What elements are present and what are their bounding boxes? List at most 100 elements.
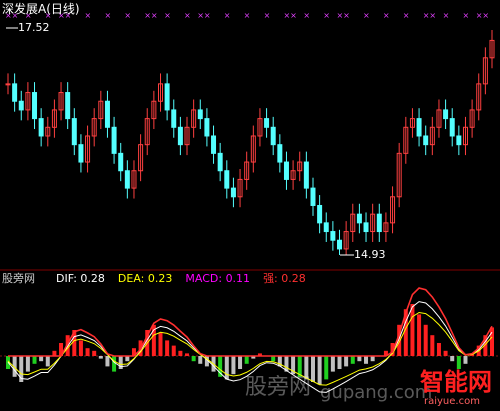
signal-mark: ×	[462, 11, 469, 20]
hist-bar	[165, 340, 170, 356]
candle-body	[323, 222, 329, 233]
candle-body	[230, 187, 236, 198]
strong-label: 强:	[263, 272, 278, 285]
chart-title: 深发展A(日线)	[2, 2, 80, 16]
dea-value: 0.23	[147, 272, 173, 285]
hist-bar	[436, 343, 441, 356]
hist-bar	[32, 356, 37, 364]
hist-bar	[231, 356, 236, 375]
signal-mark: ×	[184, 11, 191, 20]
signal-mark: ×	[104, 11, 111, 20]
candle-body	[104, 100, 110, 128]
candle-body	[18, 100, 24, 111]
hist-bar	[238, 356, 243, 369]
hist-bar	[450, 356, 455, 362]
signal-mark: ×	[323, 11, 330, 20]
signal-mark: ×	[164, 11, 171, 20]
hist-bar	[430, 335, 435, 356]
candle-body	[310, 187, 316, 206]
candle-body	[423, 135, 429, 146]
stock-chart[interactable]: × × × × × × × × × × × × × × × × × × × × × × × × × × × × × × × × ×	[0, 0, 500, 411]
signal-mark: ×	[403, 11, 410, 20]
strong-value: 0.28	[281, 272, 306, 285]
hist-bar	[490, 327, 494, 356]
stock-name: 深发展A	[2, 2, 47, 16]
candle-body	[270, 126, 276, 146]
candle-body	[416, 118, 422, 137]
hist-bar	[45, 356, 50, 367]
hist-bar	[158, 332, 163, 356]
candle-body	[124, 170, 130, 189]
hist-bar	[463, 356, 468, 364]
signal-mark: ×	[151, 11, 158, 20]
hist-bar	[224, 356, 229, 380]
hist-bar	[185, 353, 190, 356]
candle-body	[264, 118, 270, 128]
hist-bar	[198, 356, 203, 364]
hist-bar	[364, 356, 369, 364]
hist-bar	[423, 324, 428, 356]
candle-body	[283, 161, 289, 180]
hist-bar	[417, 314, 422, 356]
hist-bar	[330, 356, 335, 372]
signal-mark: ×	[363, 11, 370, 20]
signal-mark: ×	[85, 11, 92, 20]
signal-mark: ×	[303, 11, 310, 20]
hist-bar	[178, 350, 183, 356]
indicator-name: 股旁网	[2, 272, 35, 285]
candle-body	[443, 109, 449, 120]
hist-bar	[105, 356, 110, 367]
watermark-url: gupang.com	[320, 382, 433, 403]
high-price-label: 17.52	[18, 21, 50, 34]
signal-mark: ×	[244, 11, 251, 20]
signal-mark: ×	[124, 11, 131, 20]
candle-body	[197, 109, 203, 120]
candle-body	[12, 83, 18, 102]
candle-body	[456, 135, 462, 146]
hist-bar	[410, 304, 415, 356]
dea-label: DEA:	[117, 272, 145, 285]
candle-body	[356, 213, 362, 224]
hist-bar	[78, 340, 83, 356]
dif-value: 0.28	[80, 272, 105, 285]
hist-bar	[324, 356, 329, 380]
watermark-sub-url: raiyue.com	[424, 396, 480, 407]
candle-body	[118, 152, 124, 172]
candlestick-series	[5, 30, 495, 255]
macd-value: 0.11	[225, 272, 251, 285]
candle-body	[171, 109, 177, 128]
hist-bar	[350, 356, 355, 364]
candle-body	[177, 126, 183, 146]
candle-body	[363, 222, 369, 233]
hist-bar	[310, 356, 315, 382]
hist-bar	[337, 356, 342, 369]
candle-body	[217, 152, 223, 172]
candle-body	[330, 231, 336, 241]
signal-mark: ×	[224, 11, 231, 20]
candle-body	[277, 144, 283, 163]
hist-bar	[317, 356, 322, 385]
signal-mark: ×	[429, 11, 436, 20]
candle-body	[211, 135, 217, 154]
candle-body	[78, 144, 84, 163]
candle-body	[303, 161, 309, 189]
signal-mark: ×	[443, 11, 450, 20]
candle-body	[204, 118, 210, 137]
candle-body	[111, 126, 117, 154]
candle-body	[376, 213, 382, 233]
hist-bar	[171, 345, 176, 356]
candle-body	[317, 204, 323, 224]
watermark-right: 智能网	[420, 368, 492, 396]
low-price-label: 14.93	[354, 248, 386, 261]
candle-body	[224, 170, 230, 189]
dif-label: DIF:	[56, 272, 77, 285]
indicator-header: 股旁网 DIF: 0.28 DEA: 0.23 MACD: 0.11 强: 0.…	[2, 272, 306, 286]
hist-bar	[85, 348, 90, 356]
signal-mark: ×	[383, 11, 390, 20]
candle-body	[38, 118, 44, 137]
signal-mark: ×	[482, 11, 489, 20]
candle-body	[5, 83, 11, 86]
hist-bar	[344, 356, 349, 367]
period-label: (日线)	[46, 2, 80, 16]
signal-mark: ×	[343, 11, 350, 20]
